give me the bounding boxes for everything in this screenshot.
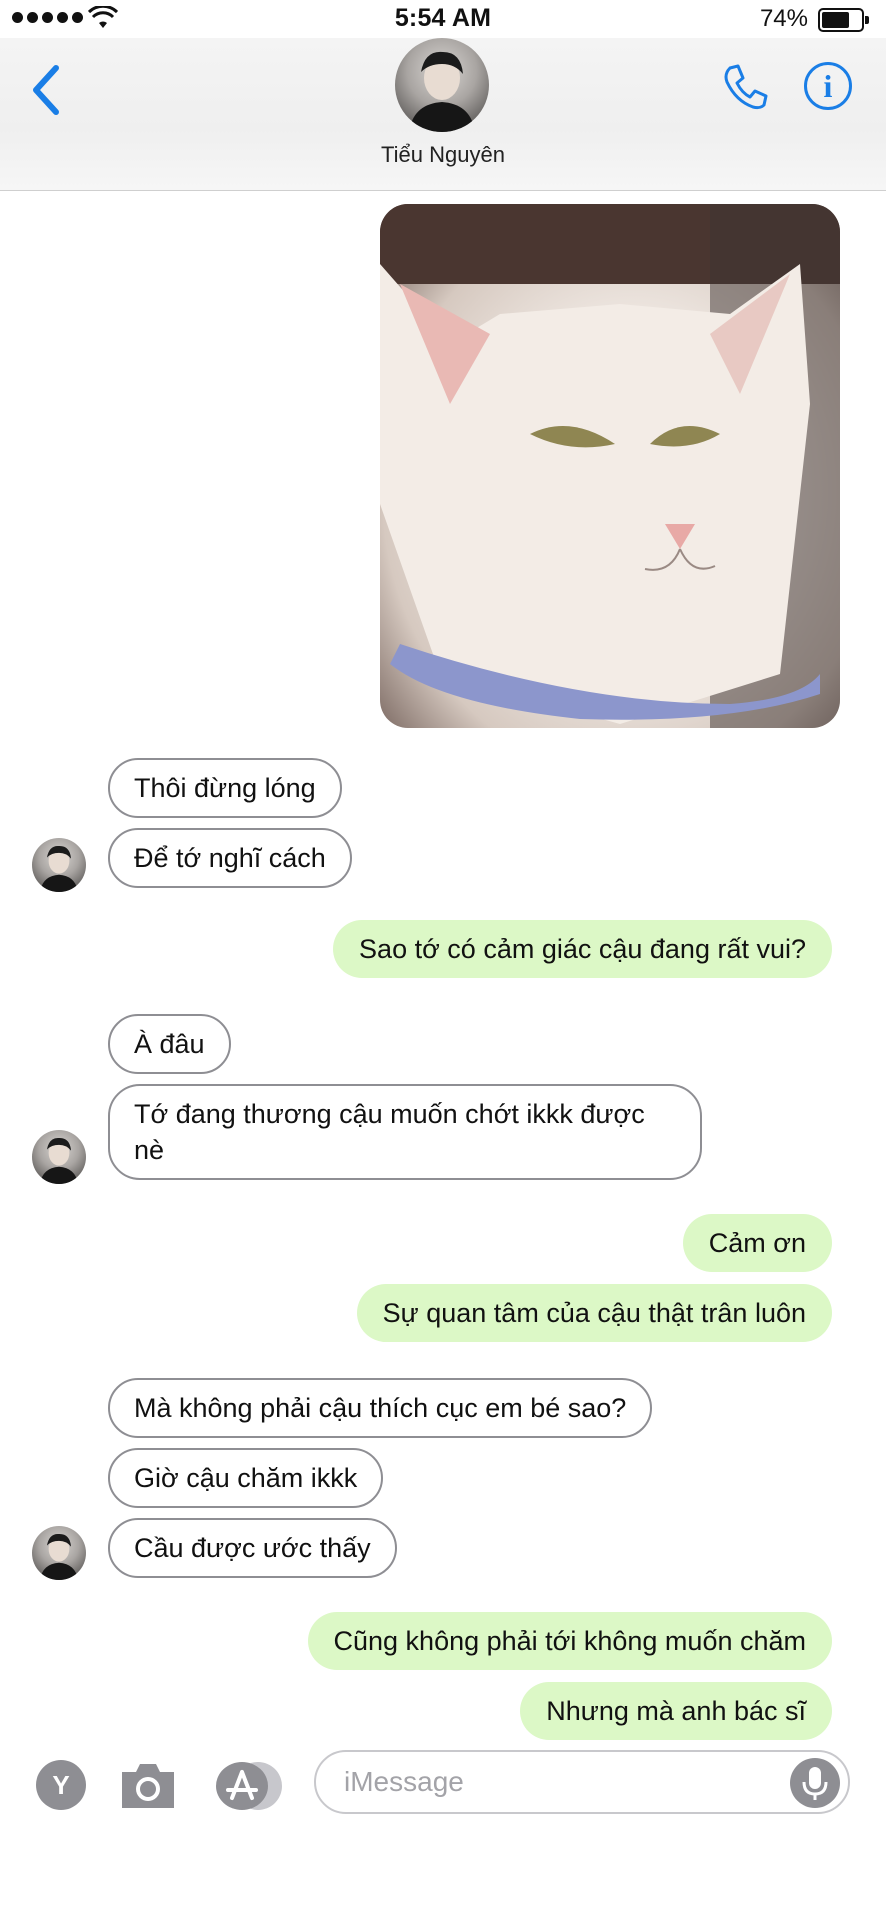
message-bubble-sent[interactable]: Sao tớ có cảm giác cậu đang rất vui? — [333, 920, 832, 978]
message-bubble-sent[interactable]: Nhưng mà anh bác sĩ — [520, 1682, 832, 1740]
message-input-bar: Y iMessage — [0, 1740, 886, 1830]
message-bubble-received[interactable]: Cầu được ước thấy — [108, 1518, 397, 1578]
message-bubble-received[interactable]: Để tớ nghĩ cách — [108, 828, 352, 888]
message-bubble-received[interactable]: Thôi đừng lóng — [108, 758, 342, 818]
photo-message[interactable] — [380, 204, 840, 728]
contact-avatar[interactable] — [395, 38, 489, 132]
microphone-icon[interactable] — [790, 1758, 840, 1808]
sender-avatar — [32, 1130, 86, 1184]
app-store-icon[interactable] — [214, 1760, 286, 1812]
status-bar: 5:54 AM 74% — [0, 0, 886, 38]
sender-avatar — [32, 838, 86, 892]
imessage-placeholder: iMessage — [344, 1766, 464, 1797]
message-bubble-sent[interactable]: Cảm ơn — [682, 1214, 832, 1272]
conversation-header: Tiểu Nguyên i — [0, 38, 886, 191]
camera-icon[interactable] — [118, 1758, 178, 1812]
status-time: 5:54 AM — [394, 4, 492, 32]
message-bubble-received[interactable]: Tớ đang thương cậu muốn chớt ikkk được n… — [108, 1084, 702, 1180]
message-bubble-received[interactable]: À đâu — [108, 1014, 231, 1074]
info-icon[interactable]: i — [804, 62, 852, 110]
y-app-button[interactable]: Y — [36, 1760, 86, 1810]
phone-icon[interactable] — [720, 62, 770, 112]
message-bubble-received[interactable]: Mà không phải cậu thích cục em bé sao? — [108, 1378, 653, 1438]
contact-name[interactable]: Tiểu Nguyên — [0, 142, 886, 168]
battery-percent: 74% — [759, 5, 808, 32]
message-bubble-received[interactable]: Giờ cậu chăm ikkk — [108, 1448, 384, 1508]
message-bubble-sent[interactable]: Sự quan tâm của cậu thật trân luôn — [356, 1284, 832, 1342]
battery-icon — [818, 8, 869, 32]
sender-avatar — [32, 1526, 86, 1580]
message-bubble-sent[interactable]: Cũng không phải tới không muốn chăm — [307, 1612, 832, 1670]
imessage-input[interactable]: iMessage — [314, 1750, 850, 1814]
back-chevron-icon[interactable] — [26, 60, 66, 120]
